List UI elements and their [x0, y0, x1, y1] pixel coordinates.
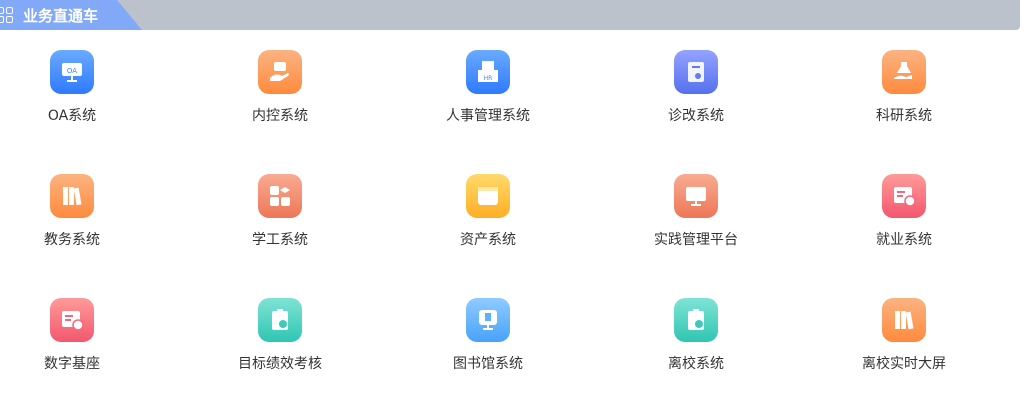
system-item[interactable]: OA OA系统	[0, 50, 172, 125]
system-label: 资产系统	[460, 232, 516, 248]
hand-card-icon	[258, 50, 302, 94]
system-item[interactable]: 科研系统	[804, 50, 1004, 125]
system-label: 学工系统	[252, 232, 308, 248]
system-item[interactable]: 资产系统	[388, 174, 588, 249]
system-label: 离校系统	[668, 356, 724, 372]
section-tab: 业务直通车	[0, 0, 142, 30]
system-label: 图书馆系统	[453, 356, 523, 372]
svg-text:OA: OA	[67, 67, 77, 75]
system-label: 数字基座	[44, 356, 100, 372]
system-item[interactable]: 实践管理平台	[596, 174, 796, 249]
system-label: 就业系统	[876, 232, 932, 248]
system-item[interactable]: HR 人事管理系统	[388, 50, 588, 125]
system-item[interactable]: 就业系统	[804, 174, 1004, 249]
system-item[interactable]: 学工系统	[180, 174, 380, 249]
system-item[interactable]: 内控系统	[180, 50, 380, 125]
system-label: 教务系统	[44, 232, 100, 248]
system-label: 诊改系统	[668, 108, 724, 124]
grad-cap-grid-icon	[258, 174, 302, 218]
system-item[interactable]: 离校实时大屏	[804, 298, 1004, 373]
browser-window-icon	[466, 174, 510, 218]
section-title: 业务直通车	[23, 6, 99, 25]
document-badge-icon	[50, 298, 94, 342]
flask-hand-icon	[882, 50, 926, 94]
system-label: 人事管理系统	[446, 108, 530, 124]
oa-monitor-icon: OA	[50, 50, 94, 94]
system-label: 内控系统	[252, 108, 308, 124]
clipboard-clock-icon	[674, 298, 718, 342]
svg-text:HR: HR	[484, 75, 493, 82]
system-item[interactable]: 图书馆系统	[388, 298, 588, 373]
system-item[interactable]: 数字基座	[0, 298, 172, 373]
system-label: OA系统	[47, 108, 97, 124]
document-badge-icon	[882, 174, 926, 218]
presentation-icon	[674, 174, 718, 218]
grid-icon	[0, 7, 13, 23]
system-item[interactable]: 离校系统	[596, 298, 796, 373]
clipboard-clock-icon	[258, 298, 302, 342]
system-label: 目标绩效考核	[238, 356, 322, 372]
system-label: 实践管理平台	[654, 232, 738, 248]
books-icon	[882, 298, 926, 342]
system-item[interactable]: 目标绩效考核	[180, 298, 380, 373]
system-item[interactable]: 教务系统	[0, 174, 172, 249]
system-label: 离校实时大屏	[862, 356, 946, 372]
hr-tray-icon: HR	[466, 50, 510, 94]
book-monitor-icon	[466, 298, 510, 342]
books-icon	[50, 174, 94, 218]
system-label: 科研系统	[876, 108, 932, 124]
clipboard-icon	[674, 50, 718, 94]
system-item[interactable]: 诊改系统	[596, 50, 796, 125]
header-bar: 业务直通车	[0, 0, 1020, 30]
